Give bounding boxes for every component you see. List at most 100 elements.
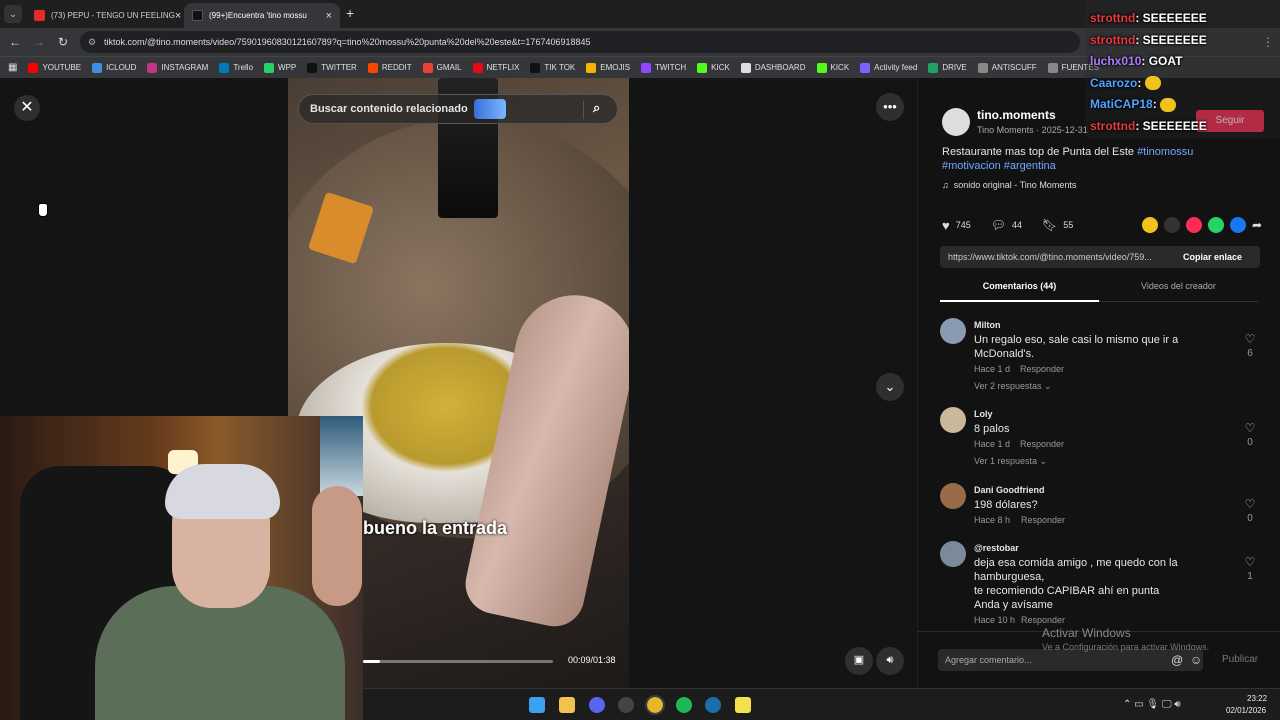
bookmark-item[interactable]: TIK TOK [530,62,575,73]
hashtag-link[interactable]: #tinomossu [1137,146,1193,158]
reload-icon[interactable]: ↻ [51,35,75,49]
bookmark-item[interactable]: ANTISCUFF [977,62,1037,73]
search-divider [583,101,584,119]
close-tab-icon[interactable]: × [326,10,332,22]
more-options-icon[interactable]: ••• [876,93,904,121]
embed-icon[interactable] [1163,217,1180,233]
steam-icon[interactable] [705,697,721,713]
discord-icon[interactable] [589,697,605,713]
forward-icon[interactable]: → [27,35,51,49]
comment-avatar[interactable] [940,318,966,344]
pip-icon[interactable]: ▣ [845,647,873,675]
clock-date[interactable]: 02/01/2026 [1226,706,1266,715]
bookmark-item[interactable]: DASHBOARD [740,62,806,73]
emoji-icon[interactable]: ☺ [1190,649,1202,671]
url-text: tiktok.com/@tino.moments/video/759019608… [104,37,591,47]
author-avatar[interactable] [942,108,970,136]
related-search-input[interactable]: Buscar contenido relacionado ⌕ [298,94,618,124]
share-arrow-icon[interactable]: ➦ [1252,218,1262,232]
video-time: 00:09/01:38 [568,655,616,665]
comment-like-icon[interactable]: ♡ [1242,555,1258,569]
bookmark-item[interactable]: TWITCH [641,62,686,73]
sound-row[interactable]: ♫ sonido original - Tino Moments [942,180,1076,190]
bookmark-item[interactable]: WPP [264,62,296,73]
comment-user[interactable]: Milton [974,320,1001,330]
bookmark-icon[interactable]: 🔖︎ [1042,218,1057,232]
spotify-icon[interactable] [676,697,692,713]
send-icon[interactable] [1185,217,1202,233]
view-replies-link[interactable]: Ver 2 respuestas ⌄ [974,381,1052,392]
file-explorer-icon[interactable] [559,697,575,713]
apps-grid-icon[interactable]: ▦ [8,62,17,73]
bookmark-label: Activity feed [874,63,918,72]
chrome-icon[interactable] [645,695,665,715]
comment-like-icon[interactable]: ♡ [1242,332,1258,346]
bookmark-icon [928,62,939,73]
next-video-chevron-icon[interactable]: ⌄ [876,373,904,401]
video-progress-bar[interactable] [363,660,553,663]
youtube-icon [34,10,45,21]
bookmark-item[interactable]: KICK [697,62,730,73]
back-icon[interactable]: ← [3,35,27,49]
chat-separator: : [1137,75,1145,90]
reply-link[interactable]: Responder [1021,515,1065,525]
comment-avatar[interactable] [940,407,966,433]
author-name[interactable]: tino.moments [977,108,1056,122]
close-icon[interactable]: ✕ [14,95,40,121]
like-icon[interactable]: ♥ [942,218,950,233]
hashtag-link[interactable]: #motivacion [942,160,1001,172]
tab-creator-videos[interactable]: Videos del creador [1099,281,1258,302]
reply-link[interactable]: Responder [1021,615,1065,625]
close-tab-icon[interactable]: × [175,10,181,22]
chat-separator: : [1135,11,1143,25]
sticky-notes-icon[interactable] [735,697,751,713]
system-tray-icons[interactable]: ⌃ ▭ 🎙︎ 🖵 🔊︎ [1123,699,1181,710]
bookmark-item[interactable]: Activity feed [860,62,918,73]
windows-start-icon[interactable] [529,697,545,713]
comment-user[interactable]: Loly [974,409,993,419]
comment-avatar[interactable] [940,541,966,567]
search-icon[interactable]: ⌕ [593,100,600,116]
mention-icon[interactable]: @ [1171,649,1183,671]
bookmark-item[interactable]: ICLOUD [92,62,136,73]
copy-link-button[interactable]: Copiar enlace [1183,252,1242,262]
site-info-icon[interactable]: ⚙ [88,37,96,48]
app-icon[interactable] [618,697,634,713]
facebook-icon[interactable] [1229,217,1246,233]
tab-tiktok[interactable]: (99+)Encuentra 'tino mossu × [184,3,340,28]
bookmark-item[interactable]: KICK [816,62,849,73]
bookmark-item[interactable]: TWITTER [307,62,357,73]
activate-windows-title: Activar Windows [1042,626,1131,640]
reply-link[interactable]: Responder [1020,364,1064,374]
reply-link[interactable]: Responder [1020,439,1064,449]
hashtag-link[interactable]: #argentina [1004,160,1056,172]
bookmark-item[interactable]: EMOJIS [586,62,630,73]
chat-separator: : [1135,118,1143,133]
comment-user[interactable]: Dani Goodfriend [974,485,1045,495]
whatsapp-icon[interactable] [1207,217,1224,233]
tab-comments[interactable]: Comentarios (44) [940,281,1099,302]
bookmark-item[interactable]: GMAIL [422,62,462,73]
view-replies-link[interactable]: Ver 1 respuesta ⌄ [974,456,1047,467]
clock-time[interactable]: 23:22 [1247,694,1267,703]
publish-button[interactable]: Publicar [1222,654,1258,665]
coin-icon[interactable] [1141,217,1158,233]
comment-avatar[interactable] [940,483,966,509]
add-comment-input[interactable]: Agregar comentario... @ ☺ [938,649,1203,671]
bookmark-item[interactable]: DRIVE [928,62,967,73]
tab-list-button[interactable]: ⌄ [4,5,22,23]
comment-meta: Hace 8 h [974,515,1011,525]
bookmark-item[interactable]: NETFLIX [472,62,519,73]
bookmark-item[interactable]: REDDIT [367,62,412,73]
tab-youtube[interactable]: (73) PEPU - TENGO UN FEELING × [26,3,182,28]
address-bar[interactable]: ⚙ tiktok.com/@tino.moments/video/7590196… [80,31,1080,53]
new-tab-button[interactable]: + [346,5,354,21]
bookmark-item[interactable]: YOUTUBE [28,62,81,73]
comment-like-icon[interactable]: ♡ [1242,421,1258,435]
comment-like-icon[interactable]: ♡ [1242,497,1258,511]
bookmark-item[interactable]: Trello [219,62,253,73]
comment-user[interactable]: @restobar [974,543,1019,553]
bookmark-item[interactable]: INSTAGRAM [147,62,208,73]
volume-icon[interactable]: 🔊︎ [876,647,904,675]
comment-icon[interactable]: 💬︎ [991,218,1006,232]
